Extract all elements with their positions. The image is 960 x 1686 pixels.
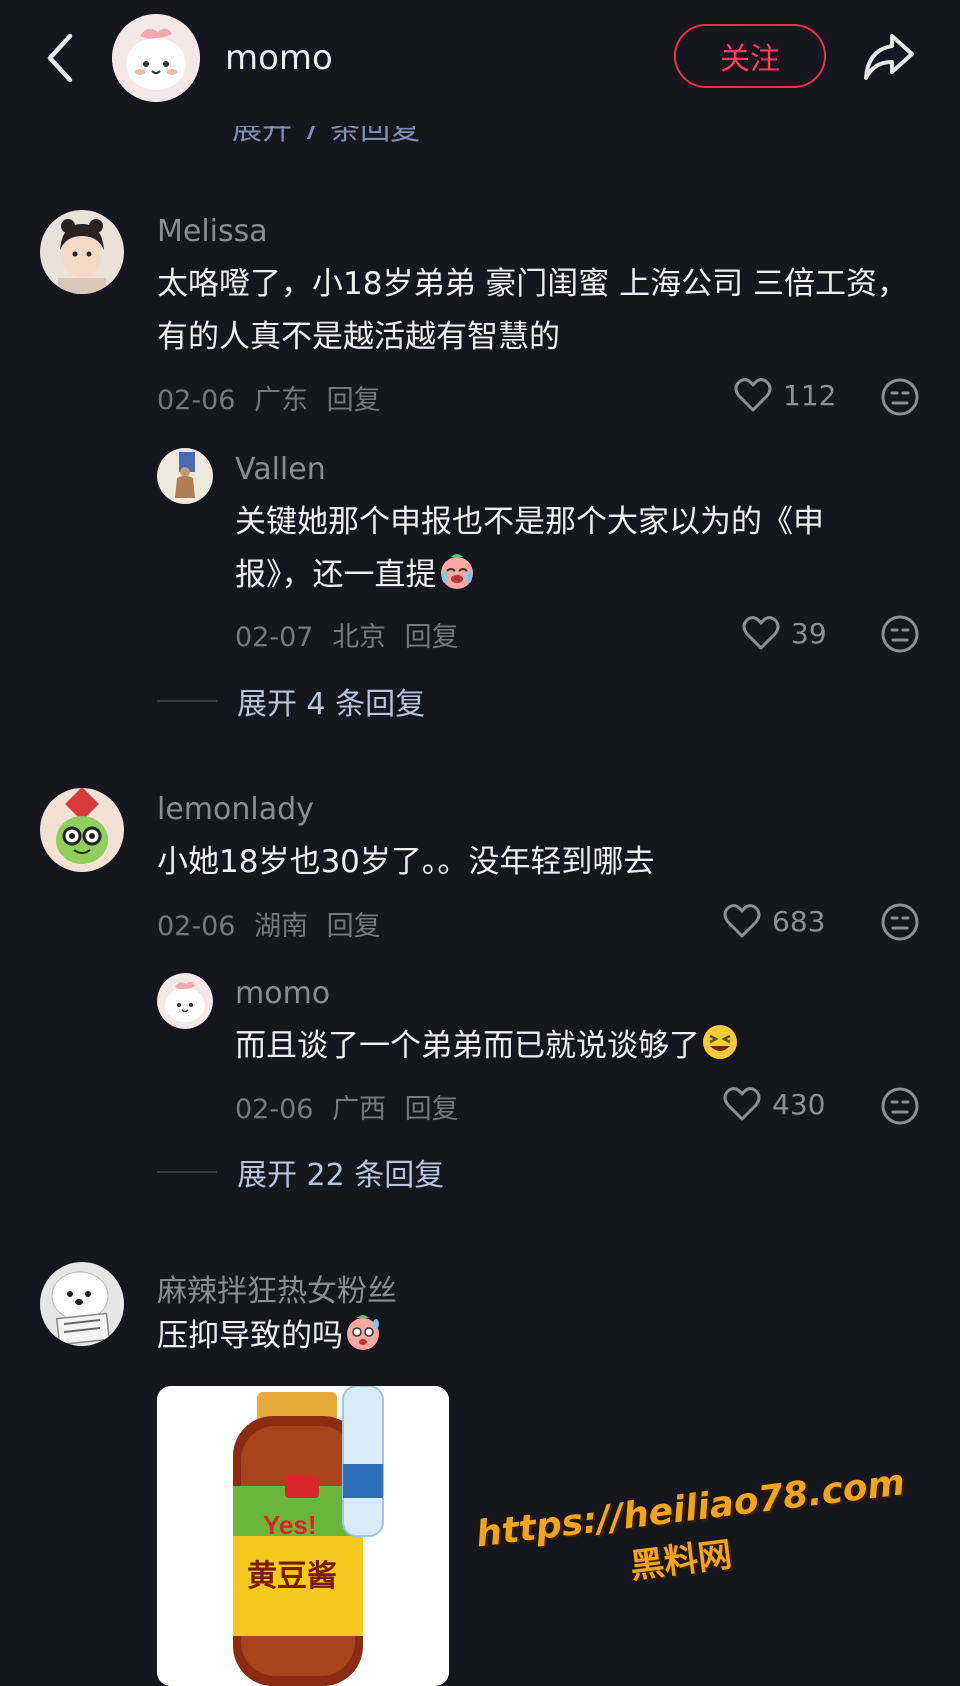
like-button[interactable]: 112 [733,376,836,414]
reply-location: 北京 [332,622,387,653]
comment-date: 02-06 [157,385,236,416]
avatar[interactable] [157,448,213,504]
follow-button[interactable]: 关注 [674,24,826,88]
heart-icon [734,378,772,412]
heart-icon [723,1087,761,1121]
reply-button[interactable]: 回复 [327,911,381,942]
comment-text-content: 压抑导致的吗 [157,1318,343,1354]
like-count: 683 [772,904,826,938]
dislike-icon[interactable] [880,1086,920,1126]
avatar[interactable] [40,1262,124,1346]
reply-button[interactable]: 回复 [405,622,459,653]
expand-replies-label: 展开 4 条回复 [237,687,426,722]
dislike-icon[interactable] [880,377,920,417]
heart-icon [723,904,761,938]
top-bar: momo 关注 [0,0,960,120]
author-avatar[interactable] [112,14,200,102]
reply-button[interactable]: 回复 [327,385,381,416]
back-icon[interactable] [40,28,80,88]
like-count: 430 [772,1087,826,1121]
divider [157,1171,217,1173]
like-button[interactable]: 430 [722,1085,825,1123]
comment-text: 小她18岁也30岁了。。没年轻到哪去 [157,844,655,880]
like-button[interactable]: 39 [741,614,827,652]
svg-text:Yes!: Yes! [263,1510,317,1540]
expand-replies-button[interactable]: 展开 22 条回复 [157,1150,444,1194]
comment-text: 太咯噔了，小18岁弟弟 豪门闺蜜 上海公司 三倍工资，有的人真不是越活越有智慧的 [157,266,909,355]
crying-laughing-emoji [437,551,477,591]
avatar[interactable] [40,210,124,294]
like-count: 39 [791,616,827,650]
comment-username[interactable]: lemonlady [157,792,314,827]
comment-location: 湖南 [254,911,309,942]
like-count: 112 [783,378,837,412]
reply-location: 广西 [332,1094,387,1125]
author-name[interactable]: momo [225,38,333,78]
avatar[interactable] [40,788,124,872]
reply-text: 关键她那个申报也不是那个大家以为的《申报》，还一直提 [235,496,875,602]
reply-text-content: 而且谈了一个弟弟而已就说谈够了 [235,1028,700,1064]
grinning-squint-emoji [700,1022,740,1062]
comment-date: 02-06 [157,911,236,942]
comment-image[interactable]: Yes! 黄豆酱 [157,1386,449,1686]
avatar[interactable] [157,973,213,1029]
reply-text: 而且谈了一个弟弟而已就说谈够了 [235,1020,895,1073]
dislike-icon[interactable] [880,902,920,942]
share-icon[interactable] [858,28,918,86]
reply-username[interactable]: momo [235,976,330,1011]
reply-username[interactable]: Vallen [235,452,326,487]
dislike-icon[interactable] [880,614,920,654]
reply-button[interactable]: 回复 [405,1094,459,1125]
comment-text: 压抑导致的吗 [157,1310,917,1363]
reply-meta: 02-07 北京 回复 [235,615,459,654]
watermark: https://heiliao78.com 黑料网 [474,1462,907,1606]
comment-username[interactable]: 麻辣拌狂热女粉丝 [157,1266,397,1310]
like-button[interactable]: 683 [722,902,825,940]
reply-date: 02-07 [235,622,314,653]
comment-meta: 02-06 广东 回复 [157,378,381,417]
reply-meta: 02-06 广西 回复 [235,1087,459,1126]
reply-date: 02-06 [235,1094,314,1125]
expand-replies-button[interactable]: 展开 4 条回复 [157,679,425,723]
reply-text-content: 关键她那个申报也不是那个大家以为的《申报》，还一直提 [235,504,824,593]
sweat-shocked-emoji [343,1312,383,1352]
comment-meta: 02-06 湖南 回复 [157,904,381,943]
comment-location: 广东 [254,385,309,416]
divider [157,700,217,702]
image-product-label: 黄豆酱 [247,1559,337,1594]
comment-username[interactable]: Melissa [157,214,268,249]
expand-replies-label: 展开 22 条回复 [237,1158,445,1193]
heart-icon [742,616,780,650]
